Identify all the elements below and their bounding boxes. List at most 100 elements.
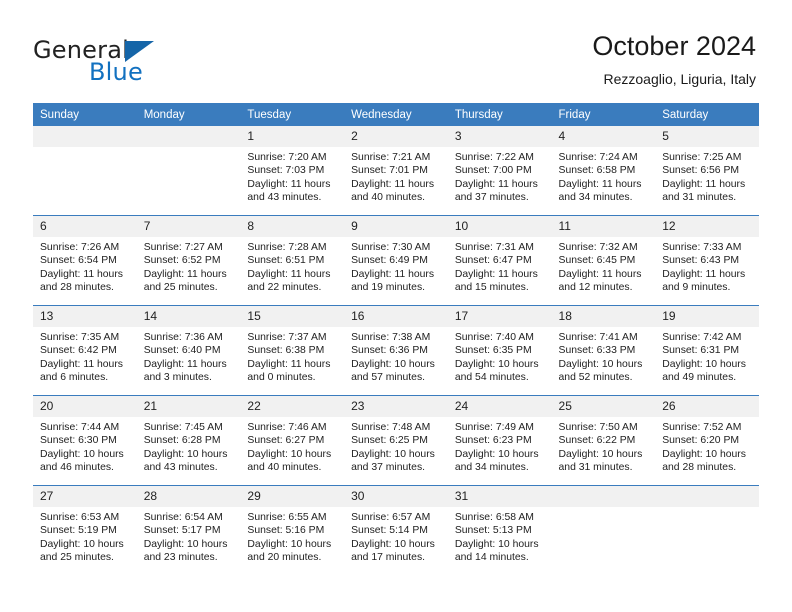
calendar-day-cell: 29 Sunrise: 6:55 AM Sunset: 5:16 PM Dayligh…	[240, 485, 345, 575]
sunset-text: Sunset: 6:42 PM	[40, 345, 117, 357]
day-details: Sunrise: 7:27 AM Sunset: 6:52 PM Daylight:…	[137, 237, 241, 295]
calendar-week-row: 20 Sunrise: 7:44 AM Sunset: 6:30 PM Dayligh…	[33, 395, 759, 486]
sunrise-text: Sunrise: 7:49 AM	[454, 422, 534, 433]
sunset-text: Sunset: 6:33 PM	[558, 345, 636, 357]
calendar-day-cell: 15 Sunrise: 7:37 AM Sunset: 6:38 PM Dayligh…	[240, 305, 345, 396]
day-details: Sunrise: 7:45 AM Sunset: 6:28 PM Daylight:…	[137, 417, 241, 475]
day-details: Sunrise: 7:40 AM Sunset: 6:35 PM Daylight:…	[448, 327, 552, 385]
calendar-day-cell: 3 Sunrise: 7:22 AM Sunset: 7:00 PM Daylight…	[447, 126, 552, 216]
calendar-day-cell: 14 Sunrise: 7:36 AM Sunset: 6:40 PM Dayligh…	[136, 305, 241, 396]
day-number: 29	[240, 486, 345, 507]
sunrise-text: Sunrise: 6:57 AM	[351, 512, 431, 523]
sunset-text: Sunset: 6:45 PM	[558, 255, 636, 267]
daylight-text: Daylight: 11 hours and 15 minutes.	[454, 268, 538, 294]
daylight-text: Daylight: 10 hours and 20 minutes.	[247, 538, 332, 564]
daylight-text: Daylight: 11 hours and 22 minutes.	[247, 268, 331, 294]
sunrise-text: Sunrise: 7:21 AM	[351, 152, 431, 163]
daylight-text: Daylight: 11 hours and 3 minutes.	[143, 358, 227, 384]
calendar-week-row: 27 Sunrise: 6:53 AM Sunset: 5:19 PM Dayligh…	[33, 485, 759, 575]
calendar-day-cell: 8 Sunrise: 7:28 AM Sunset: 6:51 PM Daylight…	[240, 215, 345, 306]
daylight-text: Daylight: 10 hours and 46 minutes.	[40, 448, 124, 474]
sunrise-text: Sunrise: 7:46 AM	[247, 422, 327, 433]
calendar-day-cell: 5 Sunrise: 7:25 AM Sunset: 6:56 PM Daylight…	[655, 126, 759, 216]
calendar-day-cell: 26 Sunrise: 7:52 AM Sunset: 6:20 PM Dayligh…	[655, 395, 759, 486]
day-details: Sunrise: 7:21 AM Sunset: 7:01 PM Daylight:…	[344, 147, 448, 205]
sunset-text: Sunset: 6:36 PM	[351, 345, 428, 357]
sunrise-text: Sunrise: 7:37 AM	[247, 332, 327, 343]
day-number: 25	[551, 396, 656, 417]
day-number: 21	[136, 396, 241, 417]
day-number: 19	[655, 306, 759, 327]
day-details: Sunrise: 7:36 AM Sunset: 6:40 PM Daylight:…	[137, 327, 241, 385]
daylight-text: Daylight: 11 hours and 40 minutes.	[351, 178, 435, 204]
daylight-text: Daylight: 11 hours and 12 minutes.	[558, 268, 642, 294]
day-number: 22	[240, 396, 345, 417]
sunset-text: Sunset: 7:03 PM	[247, 165, 325, 177]
daylight-text: Daylight: 11 hours and 28 minutes.	[40, 268, 123, 294]
day-details: Sunrise: 7:31 AM Sunset: 6:47 PM Daylight:…	[448, 237, 552, 295]
day-details: Sunrise: 7:44 AM Sunset: 6:30 PM Daylight:…	[33, 417, 137, 475]
daylight-text: Daylight: 10 hours and 54 minutes.	[454, 358, 539, 384]
sunset-text: Sunset: 5:16 PM	[247, 525, 325, 537]
day-number	[655, 486, 759, 507]
day-details: Sunrise: 6:57 AM Sunset: 5:14 PM Daylight:…	[344, 507, 448, 565]
daylight-text: Daylight: 10 hours and 31 minutes.	[558, 448, 643, 474]
calendar-day-cell-empty	[33, 126, 137, 216]
day-number	[33, 126, 137, 147]
day-number: 18	[551, 306, 656, 327]
weekday-header-monday: Monday	[136, 103, 241, 126]
weekday-header-wednesday: Wednesday	[344, 103, 448, 126]
title-block: October 2024 Rezzoaglio, Liguria, Italy	[592, 30, 756, 88]
calendar-day-cell: 13 Sunrise: 7:35 AM Sunset: 6:42 PM Dayligh…	[33, 305, 137, 396]
sunset-text: Sunset: 6:35 PM	[454, 345, 532, 357]
sunrise-text: Sunrise: 7:33 AM	[662, 242, 742, 253]
sunrise-text: Sunrise: 7:20 AM	[247, 152, 327, 163]
daylight-text: Daylight: 10 hours and 57 minutes.	[351, 358, 435, 384]
sunrise-text: Sunrise: 7:28 AM	[247, 242, 327, 253]
calendar-day-cell: 17 Sunrise: 7:40 AM Sunset: 6:35 PM Dayligh…	[447, 305, 552, 396]
sunrise-text: Sunrise: 7:35 AM	[40, 332, 120, 343]
calendar-day-cell-empty	[551, 485, 656, 575]
day-number: 17	[447, 306, 552, 327]
calendar-week-row: 1 Sunrise: 7:20 AM Sunset: 7:03 PM Daylight…	[33, 126, 759, 216]
sunset-text: Sunset: 6:31 PM	[662, 345, 740, 357]
calendar-day-cell: 19 Sunrise: 7:42 AM Sunset: 6:31 PM Dayligh…	[655, 305, 759, 396]
sunrise-text: Sunrise: 6:55 AM	[247, 512, 327, 523]
day-number	[136, 126, 241, 147]
sunrise-text: Sunrise: 7:36 AM	[143, 332, 223, 343]
sunrise-text: Sunrise: 7:42 AM	[662, 332, 742, 343]
daylight-text: Daylight: 10 hours and 49 minutes.	[662, 358, 746, 384]
day-number: 2	[344, 126, 448, 147]
day-details: Sunrise: 7:35 AM Sunset: 6:42 PM Daylight:…	[33, 327, 137, 385]
sunset-text: Sunset: 5:17 PM	[143, 525, 221, 537]
calendar-page: General Blue October 2024 Rezzoaglio, Li…	[0, 0, 792, 612]
day-number: 14	[136, 306, 241, 327]
day-details: Sunrise: 7:30 AM Sunset: 6:49 PM Daylight:…	[344, 237, 448, 295]
calendar-day-cell: 28 Sunrise: 6:54 AM Sunset: 5:17 PM Dayligh…	[136, 485, 241, 575]
day-details: Sunrise: 6:54 AM Sunset: 5:17 PM Daylight:…	[137, 507, 241, 565]
day-number	[551, 486, 656, 507]
sunrise-text: Sunrise: 7:32 AM	[558, 242, 638, 253]
day-details: Sunrise: 7:42 AM Sunset: 6:31 PM Daylight:…	[655, 327, 759, 385]
sunset-text: Sunset: 6:27 PM	[247, 435, 325, 447]
sunrise-text: Sunrise: 7:25 AM	[662, 152, 742, 163]
sunset-text: Sunset: 6:49 PM	[351, 255, 428, 267]
sunrise-text: Sunrise: 7:52 AM	[662, 422, 742, 433]
day-number: 28	[136, 486, 241, 507]
sunrise-sunset-calendar: Sunday Monday Tuesday Wednesday Thursday…	[33, 103, 759, 575]
daylight-text: Daylight: 10 hours and 28 minutes.	[662, 448, 746, 474]
day-number: 11	[551, 216, 656, 237]
daylight-text: Daylight: 10 hours and 34 minutes.	[454, 448, 539, 474]
day-details: Sunrise: 6:53 AM Sunset: 5:19 PM Daylight:…	[33, 507, 137, 565]
calendar-day-cell: 10 Sunrise: 7:31 AM Sunset: 6:47 PM Dayligh…	[447, 215, 552, 306]
day-number: 20	[33, 396, 137, 417]
daylight-text: Daylight: 11 hours and 0 minutes.	[247, 358, 331, 384]
sunset-text: Sunset: 6:20 PM	[662, 435, 740, 447]
daylight-text: Daylight: 10 hours and 37 minutes.	[351, 448, 435, 474]
sunset-text: Sunset: 6:58 PM	[558, 165, 636, 177]
calendar-day-cell: 20 Sunrise: 7:44 AM Sunset: 6:30 PM Dayligh…	[33, 395, 137, 486]
day-details: Sunrise: 7:48 AM Sunset: 6:25 PM Daylight:…	[344, 417, 448, 475]
weekday-header-sunday: Sunday	[33, 103, 137, 126]
daylight-text: Daylight: 10 hours and 23 minutes.	[143, 538, 228, 564]
calendar-day-cell: 16 Sunrise: 7:38 AM Sunset: 6:36 PM Dayligh…	[344, 305, 448, 396]
